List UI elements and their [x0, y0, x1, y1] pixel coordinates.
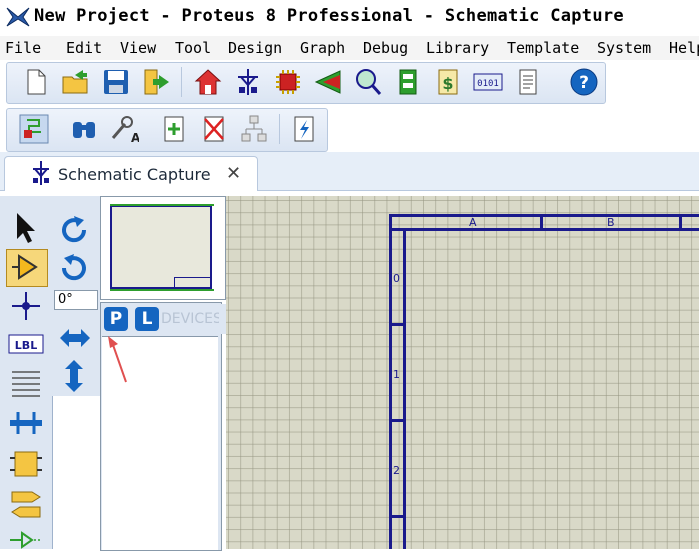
help-icon[interactable]: ?	[569, 67, 599, 97]
sheet-column-divider-2	[679, 214, 682, 230]
menu-view[interactable]: View	[120, 39, 156, 57]
text-script-icon[interactable]	[10, 368, 42, 398]
device-pins-icon[interactable]	[8, 530, 44, 549]
menu-system[interactable]: System	[597, 39, 651, 57]
electrical-rule-check-icon[interactable]	[289, 114, 319, 144]
open-folder-icon[interactable]	[61, 67, 91, 97]
menu-design[interactable]: Design	[228, 39, 282, 57]
overview-title-block	[174, 277, 212, 289]
sheet-column-label-a: A	[469, 216, 477, 229]
gerber-viewer-icon[interactable]	[353, 67, 383, 97]
device-header-mask	[219, 304, 226, 334]
terminals-icon[interactable]	[8, 490, 44, 520]
menu-bar: File Edit View Tool Design Graph Debug L…	[0, 36, 699, 60]
overview-viewport-top	[110, 204, 214, 206]
save-disk-icon[interactable]	[101, 67, 131, 97]
property-tool-icon[interactable]: A	[109, 114, 139, 144]
source-code-icon[interactable]: 0101	[473, 67, 503, 97]
svg-text:0101: 0101	[477, 79, 499, 89]
window-title: New Project - Proteus 8 Professional - S…	[34, 6, 624, 26]
pcb-layout-icon[interactable]	[273, 67, 303, 97]
wire-label-icon[interactable]: LBL	[8, 333, 44, 355]
sheet-row-label-2: 2	[393, 464, 400, 477]
rotation-angle-input[interactable]: 0°	[54, 290, 98, 310]
sheet-row-label-0: 0	[393, 272, 400, 285]
svg-text:?: ?	[579, 73, 589, 93]
schematic-editing-window[interactable]	[226, 196, 699, 549]
sheet-frame-left	[389, 214, 392, 549]
menu-edit[interactable]: Edit	[66, 39, 102, 57]
devices-header: DEVICES	[162, 311, 219, 327]
schematic-tab-icon	[33, 161, 49, 185]
home-icon[interactable]	[193, 67, 223, 97]
library-manager-button[interactable]: L	[135, 307, 159, 331]
svg-text:LBL: LBL	[15, 339, 37, 352]
schematic-toolbar: A	[6, 108, 328, 152]
rotate-clockwise-icon[interactable]	[58, 214, 90, 246]
bill-of-materials-icon[interactable]: $	[433, 67, 463, 97]
menu-library[interactable]: Library	[426, 39, 489, 57]
menu-template[interactable]: Template	[507, 39, 579, 57]
mirror-horizontal-icon[interactable]	[58, 326, 92, 350]
component-mode-icon	[12, 254, 38, 280]
proteus-app-icon	[6, 7, 30, 27]
overview-viewport-bottom	[110, 289, 214, 291]
new-file-icon[interactable]	[21, 67, 51, 97]
annotation-arrow	[108, 336, 127, 383]
mirror-vertical-icon[interactable]	[62, 358, 86, 394]
svg-text:A: A	[131, 131, 139, 144]
buses-icon[interactable]	[8, 408, 44, 438]
notes-icon[interactable]	[513, 67, 543, 97]
junction-dot-icon[interactable]	[10, 290, 42, 322]
menu-file[interactable]: File	[5, 39, 41, 57]
svg-text:$: $	[442, 74, 453, 93]
sheet-row-divider-3	[389, 515, 405, 518]
goto-parent-icon[interactable]	[239, 114, 269, 144]
menu-tool[interactable]: Tool	[175, 39, 211, 57]
device-header-clip: DEVICES	[162, 303, 219, 335]
sheet-frame-top	[389, 214, 699, 217]
search-binoculars-icon[interactable]	[69, 114, 99, 144]
sheet-frame-inner-top	[389, 228, 699, 231]
menu-graph[interactable]: Graph	[300, 39, 345, 57]
close-project-icon[interactable]	[141, 67, 171, 97]
main-toolbar: $ 0101 ?	[6, 62, 606, 104]
sheet-column-divider-1	[540, 214, 543, 230]
design-explorer-icon[interactable]	[393, 67, 423, 97]
selection-mode-icon[interactable]	[12, 211, 38, 245]
sheet-column-label-b: B	[607, 216, 615, 229]
new-sheet-icon[interactable]	[159, 114, 189, 144]
menu-help[interactable]: Help	[669, 39, 699, 57]
sheet-frame-inner-left	[403, 228, 406, 549]
3d-viewer-icon[interactable]	[313, 67, 343, 97]
rotate-anticlockwise-icon[interactable]	[58, 252, 90, 284]
tab-close-button[interactable]: ✕	[226, 163, 241, 184]
sheet-row-divider-1	[389, 323, 405, 326]
subcircuit-icon[interactable]	[8, 448, 44, 480]
sheet-row-divider-2	[389, 419, 405, 422]
pick-devices-button[interactable]: P	[104, 307, 128, 331]
delete-sheet-icon[interactable]	[199, 114, 229, 144]
schematic-icon[interactable]	[233, 67, 263, 97]
sheet-row-label-1: 1	[393, 368, 400, 381]
schematic-mode-icon[interactable]	[19, 114, 49, 144]
tab-label: Schematic Capture	[58, 165, 211, 184]
menu-debug[interactable]: Debug	[363, 39, 408, 57]
